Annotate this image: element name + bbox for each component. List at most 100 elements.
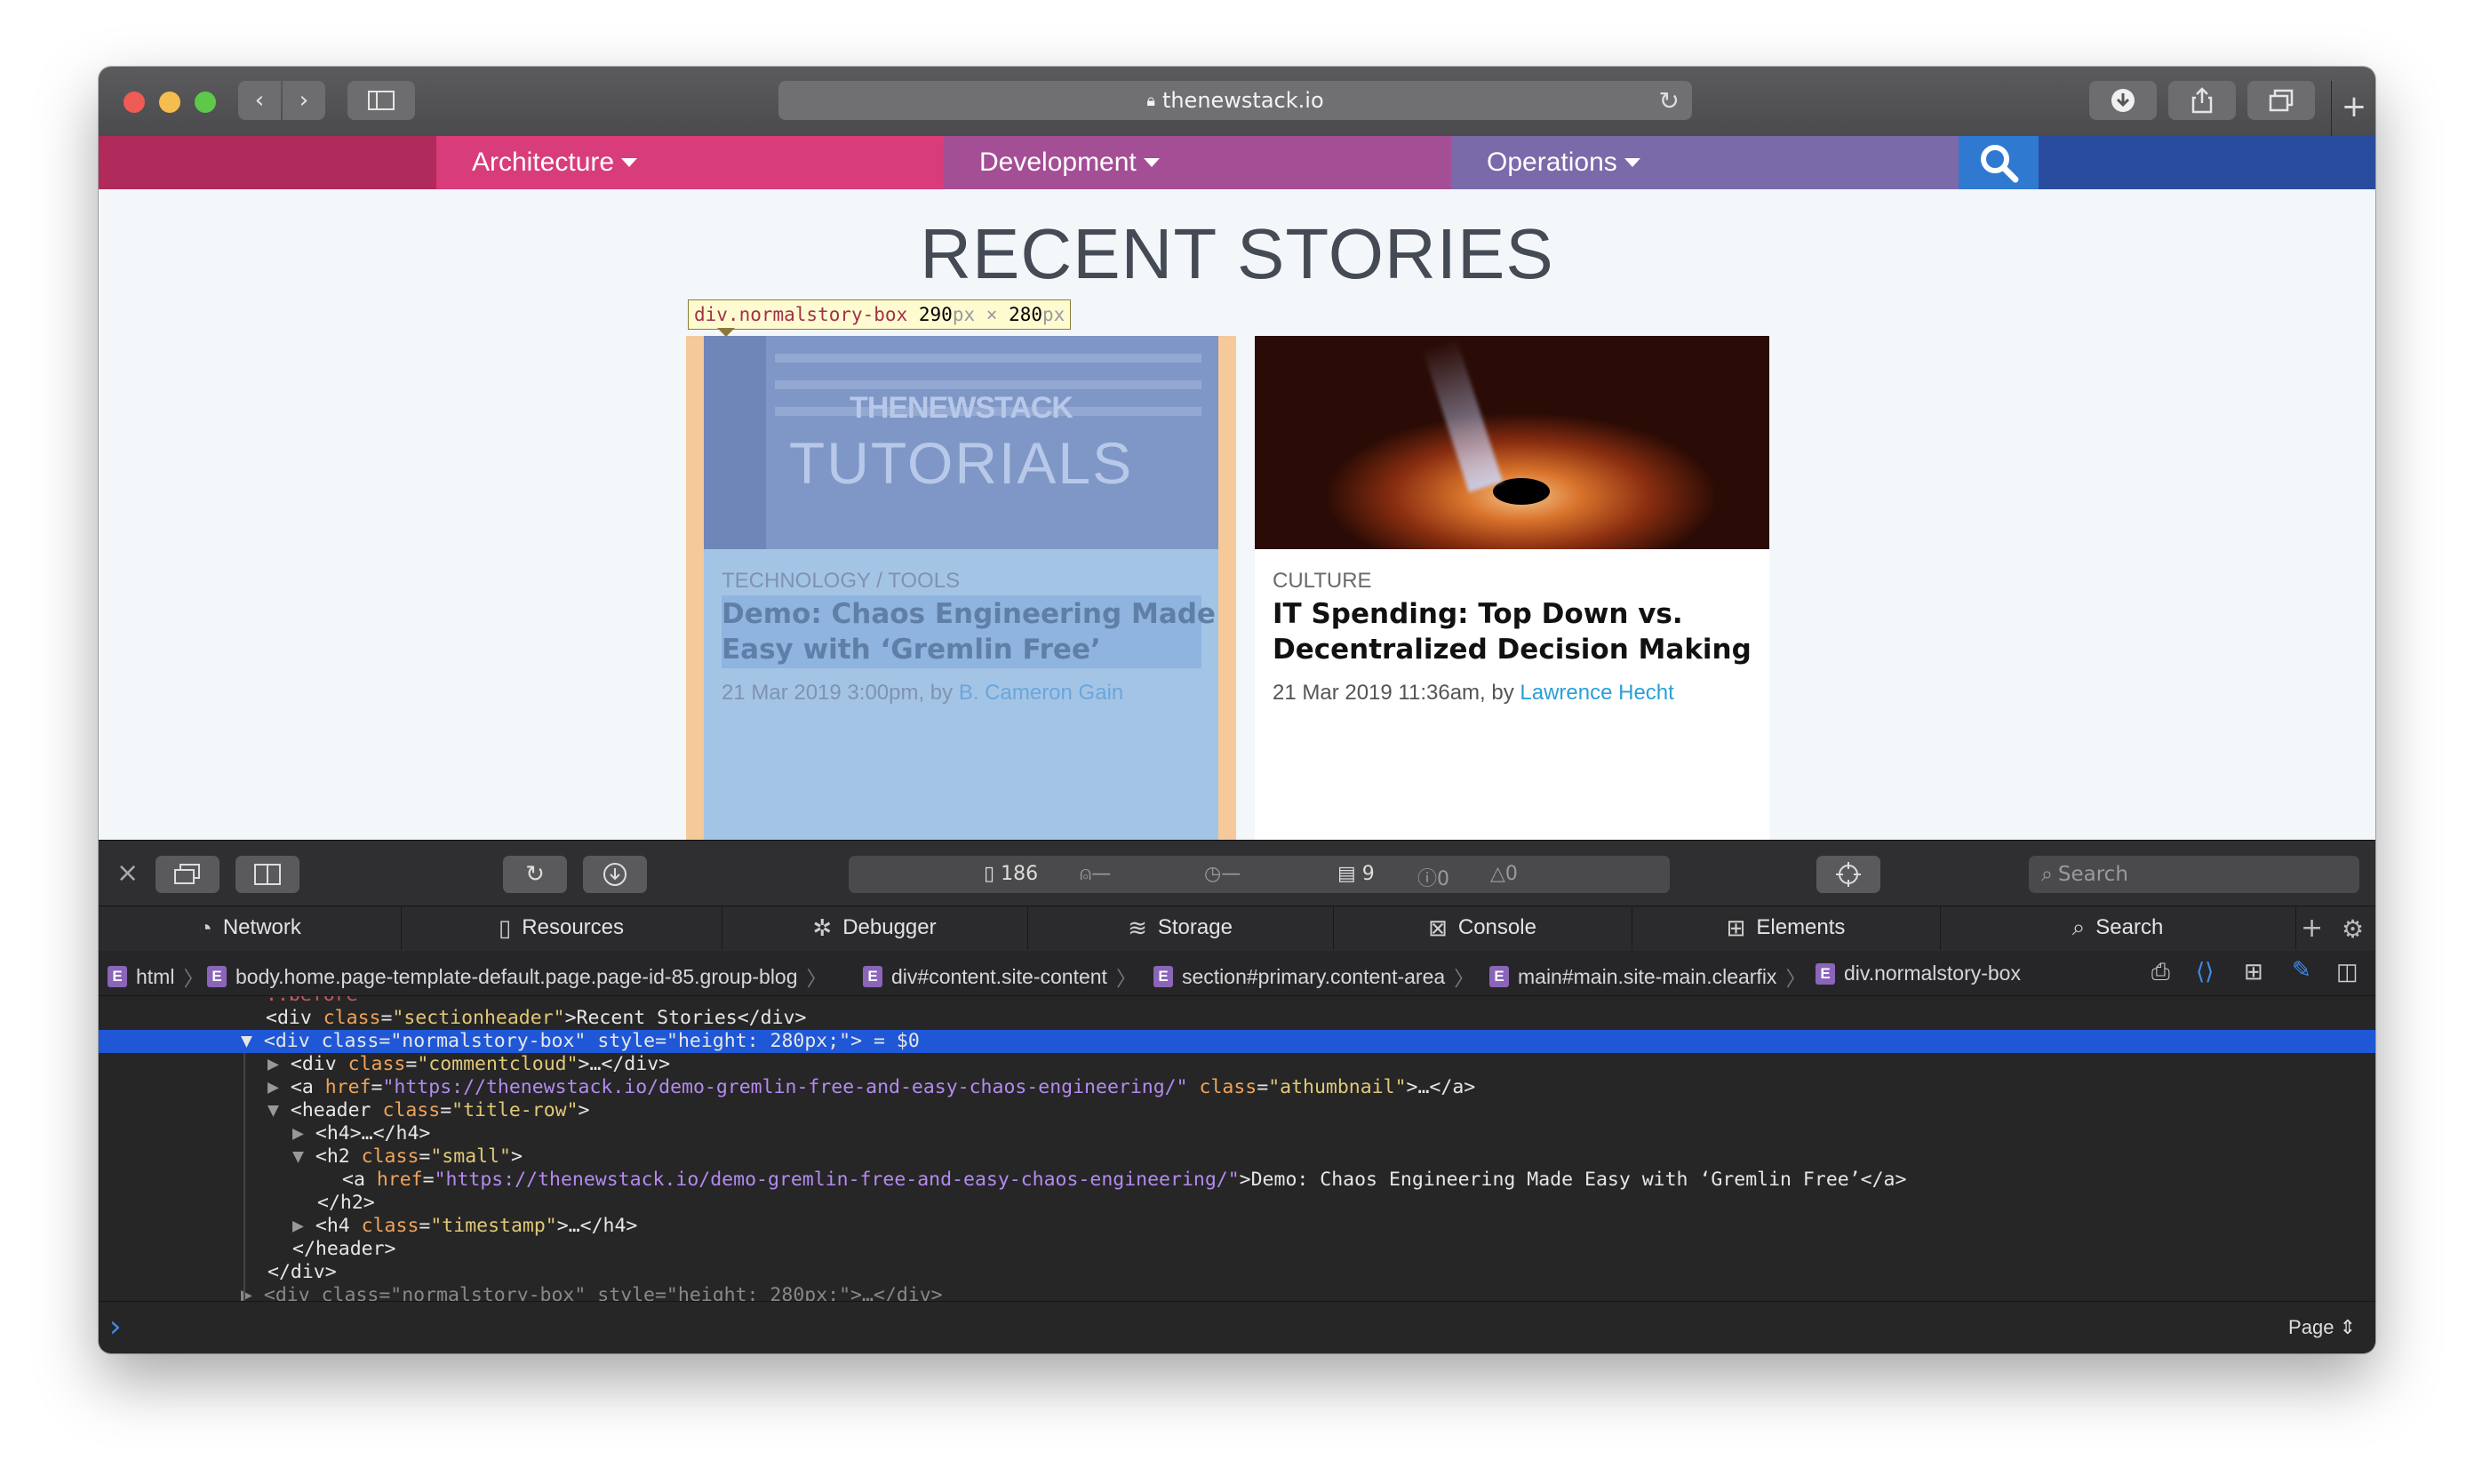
- breadcrumb-item[interactable]: Esection#primary.content-area 〉: [1153, 961, 1474, 992]
- caret-down-icon: [1624, 158, 1640, 167]
- tooltip-selector: div.normalstory-box: [694, 304, 908, 325]
- tag-close: </div>: [267, 1261, 337, 1283]
- tab-search[interactable]: ⌕ Search: [1940, 906, 2296, 950]
- minimize-window-button[interactable]: [159, 92, 180, 113]
- settings-gear-icon[interactable]: ⚙: [2342, 914, 2364, 944]
- breadcrumb-item[interactable]: Ediv.normalstory-box: [1816, 961, 2021, 985]
- download-archive-button[interactable]: [583, 856, 647, 893]
- breadcrumb-item[interactable]: Ediv#content.site-content 〉: [863, 961, 1137, 992]
- reload-page-button[interactable]: ↻: [503, 856, 567, 893]
- log-count[interactable]: ▤ 9: [1337, 863, 1375, 885]
- sidebar-icon: [368, 91, 395, 110]
- tab-console[interactable]: ⊠ Console: [1333, 906, 1632, 950]
- debugger-icon: ✲: [812, 914, 833, 941]
- dom-node[interactable]: ▶ <div class="commentcloud">…</div>: [99, 1053, 2375, 1076]
- tag-open: <a: [290, 1076, 325, 1098]
- details-sidebar-icon[interactable]: ◫: [2336, 958, 2358, 985]
- add-tab-icon[interactable]: +: [2301, 913, 2323, 944]
- resources-count[interactable]: ▯ 186: [984, 863, 1038, 885]
- site-search-button[interactable]: [1959, 136, 2039, 189]
- story-title[interactable]: Demo: Chaos Engineering Made Easy with ‘…: [722, 596, 1216, 667]
- nav-development[interactable]: Development: [944, 136, 1451, 189]
- breadcrumb-label: div.normalstory-box: [1844, 961, 2021, 985]
- back-button[interactable]: ‹: [238, 81, 281, 120]
- close-devtools-icon[interactable]: ×: [116, 858, 139, 889]
- dom-node[interactable]: ▶ <h4 class="timestamp">…</h4>: [99, 1215, 2375, 1238]
- dom-node[interactable]: ▶ <h4>…</h4>: [99, 1122, 2375, 1145]
- execution-context-select[interactable]: Page ⇕: [2288, 1316, 2356, 1339]
- layout-grid-icon[interactable]: ⊞: [2244, 958, 2263, 985]
- nav-architecture[interactable]: Architecture: [436, 136, 944, 189]
- dom-node[interactable]: ▼ <header class="title-row">: [99, 1099, 2375, 1122]
- story-thumbnail[interactable]: THENEWSTACK TUTORIALS: [704, 336, 1218, 549]
- dom-node[interactable]: ▶ <a href="https://thenewstack.io/demo-g…: [99, 1076, 2375, 1099]
- author-link[interactable]: Lawrence Hecht: [1520, 681, 1673, 705]
- crosshair-icon: [1836, 862, 1861, 887]
- breadcrumb-item[interactable]: Emain#main.site-main.clearfix 〉: [1489, 961, 1806, 992]
- story-category[interactable]: TECHNOLOGY / TOOLS: [722, 569, 960, 594]
- dock-side-button[interactable]: [235, 856, 299, 893]
- dom-node[interactable]: <a href="https://thenewstack.io/demo-gre…: [99, 1169, 2375, 1192]
- tag-open: <div: [263, 1030, 322, 1052]
- story-date: 21 Mar 2019 3:00pm, by: [722, 681, 959, 705]
- tabs-icon: [2269, 89, 2294, 112]
- tag-tail: >: [578, 1099, 590, 1121]
- format-source-icon[interactable]: ⟨⟩: [2196, 958, 2214, 985]
- story-title[interactable]: IT Spending: Top Down vs. Decentralized …: [1273, 596, 1752, 667]
- tabs-overview-button[interactable]: [2247, 81, 2315, 120]
- breadcrumb-label: body.home.page-template-default.page.pag…: [235, 964, 798, 988]
- dom-node[interactable]: </div>: [99, 1261, 2375, 1284]
- address-bar[interactable]: 🔒︎ thenewstack.io ↻: [778, 81, 1692, 120]
- dom-node[interactable]: ▶ <div class="normalstory-box" style="he…: [99, 1284, 2375, 1301]
- zoom-window-button[interactable]: [195, 92, 216, 113]
- new-tab-button[interactable]: +: [2331, 81, 2375, 136]
- forward-button[interactable]: ›: [283, 81, 325, 120]
- warning-count[interactable]: △0: [1490, 863, 1518, 885]
- dom-node[interactable]: </h2>: [99, 1192, 2375, 1215]
- author-link[interactable]: B. Cameron Gain: [959, 681, 1123, 705]
- print-icon[interactable]: ⎙: [2151, 958, 2170, 986]
- reload-icon[interactable]: ↻: [1659, 86, 1680, 116]
- nav-operations[interactable]: Operations: [1451, 136, 1959, 189]
- breadcrumb-item[interactable]: Ebody.home.page-template-default.page.pa…: [207, 961, 827, 992]
- attr-value[interactable]: "https://thenewstack.io/demo-gremlin-fre…: [435, 1169, 1240, 1191]
- attr-value: "height: 280px;": [666, 1030, 851, 1052]
- story-thumbnail[interactable]: [1255, 336, 1769, 549]
- close-window-button[interactable]: [124, 92, 145, 113]
- error-count[interactable]: ⓘ0: [1417, 863, 1449, 891]
- attr-value[interactable]: "https://thenewstack.io/demo-gremlin-fre…: [382, 1076, 1187, 1098]
- dom-node[interactable]: ::before: [99, 996, 2375, 1007]
- tab-resources[interactable]: ▯ Resources: [401, 906, 722, 950]
- element-picker-button[interactable]: [1816, 856, 1880, 893]
- sidebar-toggle-button[interactable]: [347, 81, 415, 120]
- dom-node-selected[interactable]: ▼ <div class="normalstory-box" style="he…: [99, 1030, 2375, 1053]
- tab-storage[interactable]: ≋ Storage: [1027, 906, 1334, 950]
- plus-icon: +: [2341, 89, 2367, 124]
- breadcrumb-item[interactable]: Ehtml 〉: [108, 961, 204, 992]
- tooltip-arrow: [717, 328, 735, 337]
- dom-node[interactable]: ▼ <h2 class="small">: [99, 1145, 2375, 1169]
- story-category[interactable]: CULTURE: [1273, 569, 1372, 594]
- paint-brush-icon[interactable]: ✎: [2292, 956, 2311, 984]
- story-card[interactable]: CULTURE IT Spending: Top Down vs. Decent…: [1255, 336, 1769, 840]
- tab-elements[interactable]: ⊞ Elements: [1632, 906, 1941, 950]
- tab-label: Storage: [1157, 915, 1233, 939]
- story-title-line: Demo: Chaos Engineering Made: [722, 598, 1216, 630]
- console-prompt-area[interactable]: › Page ⇕: [99, 1301, 2375, 1353]
- story-card[interactable]: THENEWSTACK TUTORIALS TECHNOLOGY / TOOLS…: [704, 336, 1218, 840]
- devtools-search-input[interactable]: ⌕ Search: [2029, 856, 2359, 893]
- downloads-button[interactable]: [2089, 81, 2157, 120]
- black-hole-shape: [1493, 478, 1550, 505]
- tab-network[interactable]: ◔ Network: [99, 906, 402, 950]
- detach-devtools-button[interactable]: [156, 856, 219, 893]
- clock-icon: ◷: [1204, 863, 1222, 885]
- chevron-right-icon: 〉: [1115, 967, 1137, 990]
- dom-node[interactable]: <div class="sectionheader">Recent Storie…: [99, 1007, 2375, 1030]
- pseudo-element: ::before: [266, 996, 358, 1006]
- tab-debugger[interactable]: ✲ Debugger: [722, 906, 1028, 950]
- triangle-down-icon: ▼: [267, 1099, 291, 1121]
- dom-node[interactable]: </header>: [99, 1238, 2375, 1261]
- triangle-down-icon: ▼: [241, 1030, 264, 1052]
- chevron-updown-icon: ⇕: [2339, 1316, 2356, 1338]
- share-button[interactable]: [2168, 81, 2236, 120]
